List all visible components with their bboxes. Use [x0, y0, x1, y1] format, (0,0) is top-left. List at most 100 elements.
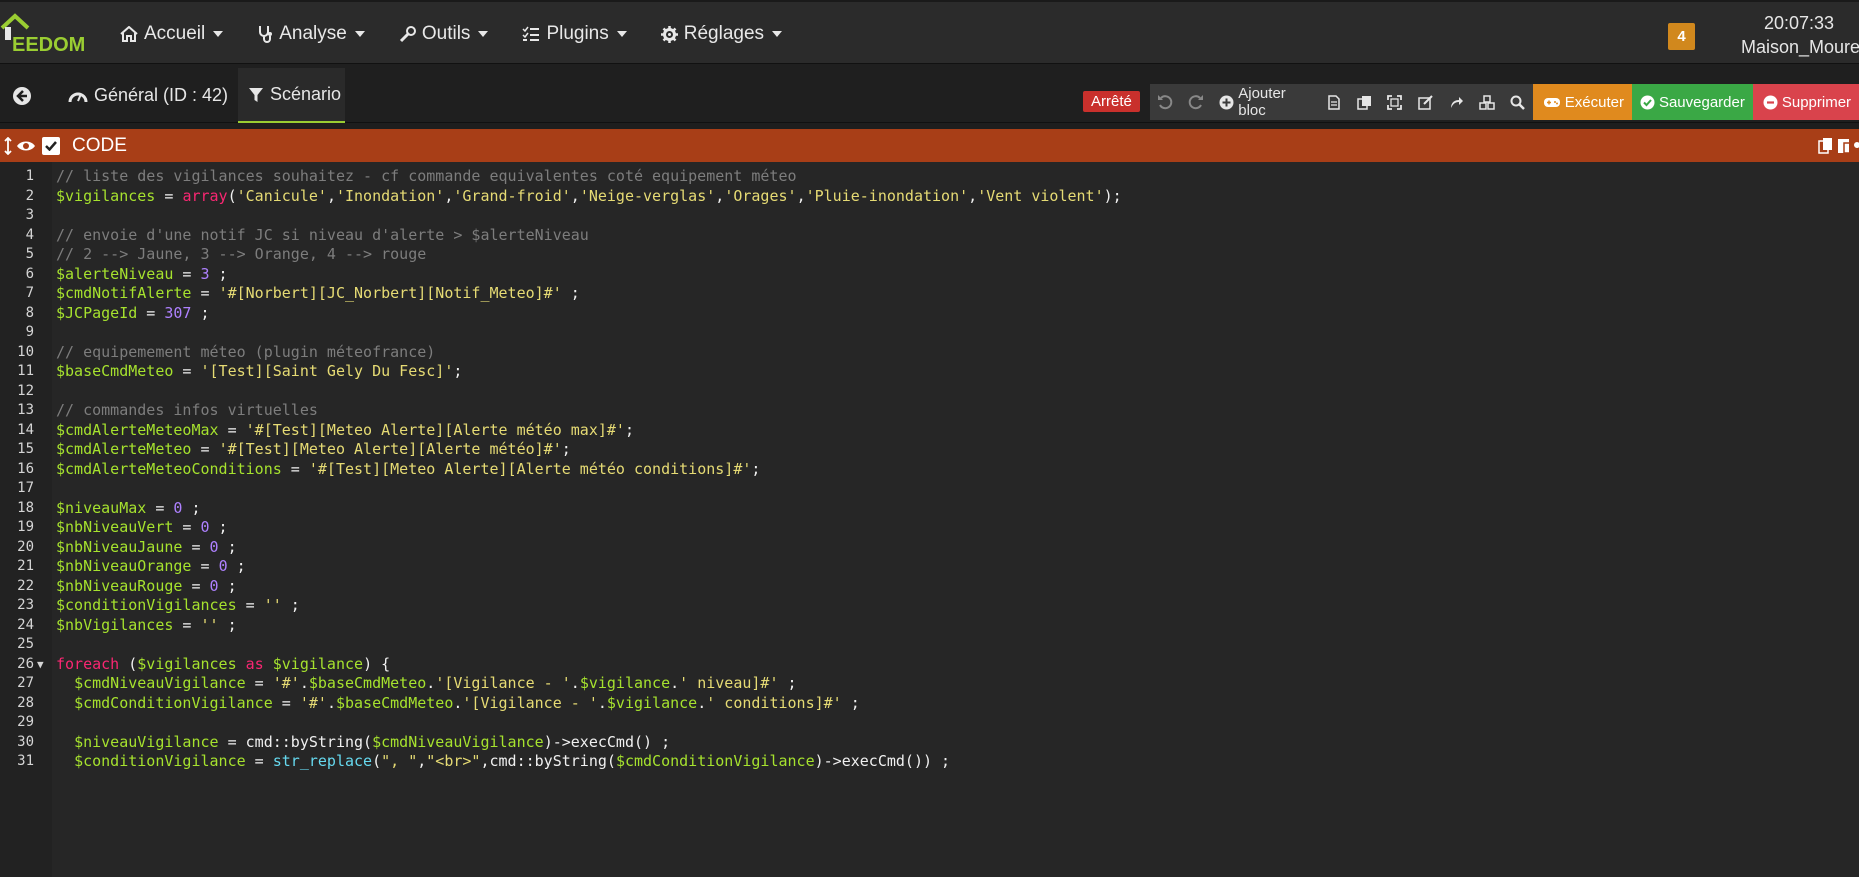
- execute-button[interactable]: Exécuter: [1532, 84, 1632, 120]
- move-handle[interactable]: [4, 136, 12, 155]
- chevron-down-icon: [772, 31, 783, 37]
- tasks-icon: [522, 26, 540, 42]
- code-token: .: [597, 693, 607, 712]
- undo-button[interactable]: [1150, 84, 1181, 120]
- code-token: =: [173, 362, 201, 380]
- code-token: "<br>": [426, 752, 481, 770]
- code-token: .: [299, 674, 309, 692]
- redo-button[interactable]: [1181, 84, 1212, 120]
- search-button[interactable]: [1502, 84, 1533, 120]
- delete-button[interactable]: Supprimer: [1752, 84, 1859, 120]
- code-token: =: [245, 752, 273, 770]
- code-token: .: [426, 674, 436, 692]
- code-token: 0: [209, 537, 219, 556]
- share-button[interactable]: [1441, 84, 1472, 120]
- message-count-badge[interactable]: 4: [1668, 23, 1695, 50]
- code-token: $cmdAlerteMeteoConditions: [56, 459, 282, 478]
- code-token: '#[Test][Meteo Alerte][Alerte météo cond…: [308, 459, 752, 478]
- block-actions: [1818, 137, 1859, 159]
- menu-plugins[interactable]: Plugins: [510, 2, 638, 66]
- code-token: $cmdNiveauVigilance: [372, 732, 544, 751]
- menu-reglages[interactable]: Réglages: [649, 2, 794, 66]
- code-token: )->execCmd() ;: [543, 732, 671, 751]
- code-token: ;: [561, 284, 580, 302]
- code-token: $nbVigilances: [56, 615, 174, 634]
- menu-outils[interactable]: Outils: [387, 2, 501, 66]
- copy-block-button[interactable]: [1818, 137, 1833, 159]
- code-token: array: [182, 186, 228, 205]
- chevron-down-icon: [354, 31, 365, 37]
- code-token: $nbNiveauVert: [56, 518, 174, 536]
- code-token: ;: [561, 440, 571, 458]
- code-token: ;: [841, 693, 860, 712]
- add-block-button[interactable]: Ajouter bloc: [1211, 84, 1318, 120]
- code-token: =: [191, 557, 219, 575]
- code-token: ;: [778, 674, 797, 692]
- code-line[interactable]: 31 $conditionVigilance = str_replace(", …: [0, 750, 1859, 773]
- code-token: ;: [281, 596, 300, 614]
- check-circle-icon: [1640, 95, 1655, 110]
- code-token: $cmdAlerteMeteo: [56, 440, 192, 458]
- tab-general[interactable]: Général (ID : 42): [58, 68, 238, 123]
- code-token: =: [191, 284, 219, 302]
- log-button[interactable]: [1318, 84, 1349, 120]
- line-number: 31: [17, 753, 34, 769]
- edit-button[interactable]: [1410, 84, 1441, 120]
- wrench-icon: [399, 25, 416, 43]
- code-token: ' conditions]#': [706, 693, 842, 712]
- code-token: .: [326, 693, 336, 712]
- code-token: ;: [624, 420, 634, 439]
- back-button[interactable]: [12, 86, 34, 108]
- eye-icon: [17, 141, 35, 150]
- code-token: (: [227, 186, 237, 205]
- visibility-toggle[interactable]: [16, 139, 36, 153]
- code-token: =: [173, 518, 201, 536]
- code-token: ;: [751, 459, 761, 478]
- filter-icon: [248, 87, 264, 103]
- fullscreen-button[interactable]: [1380, 84, 1411, 120]
- code-token: $cmdAlerteMeteoMax: [56, 420, 219, 439]
- redo-icon: [1188, 95, 1203, 110]
- code-token: 'Inondation': [335, 186, 445, 205]
- check-icon: [45, 140, 57, 151]
- code-token: ;: [218, 537, 237, 556]
- code-token: ,: [796, 186, 806, 205]
- delete-label: Supprimer: [1781, 93, 1852, 111]
- code-token: $conditionVigilances: [56, 596, 237, 614]
- code-editor[interactable]: 1// liste des vigilances souhaitez - cf …: [0, 162, 1859, 877]
- paste-icon: [1838, 139, 1859, 154]
- code-token: =: [173, 615, 201, 634]
- scenario-toolbar: Ajouter bloc Exécuter Sauvegarder Suppri…: [1150, 84, 1859, 120]
- menu-accueil[interactable]: Accueil: [108, 2, 235, 66]
- paste-block-button[interactable]: [1837, 137, 1859, 159]
- code-token: 'Grand-froid': [453, 186, 571, 205]
- block-enabled-checkbox[interactable]: [42, 136, 60, 155]
- home-icon: [120, 26, 138, 42]
- menu-reglages-label: Réglages: [683, 23, 765, 44]
- clock: 20:07:33: [1764, 13, 1835, 33]
- code-token: ;: [191, 303, 210, 322]
- save-button[interactable]: Sauvegarder: [1631, 84, 1753, 120]
- code-token: // envoie d'une notif JC si niveau d'ale…: [56, 225, 589, 244]
- menu-analyse[interactable]: Analyse: [245, 2, 377, 66]
- code-token: 0: [218, 557, 228, 575]
- jeedom-logo[interactable]: EEDOM: [0, 12, 90, 56]
- code-token: =: [182, 576, 210, 595]
- code-token: '': [263, 596, 282, 614]
- code-token: =: [173, 264, 201, 283]
- dependencies-button[interactable]: [1472, 84, 1503, 120]
- code-token: 'Vent violent': [977, 186, 1104, 205]
- code-token: $alerteNiveau: [56, 264, 174, 283]
- code-token: ,: [715, 186, 725, 205]
- copy-button[interactable]: [1349, 84, 1380, 120]
- code-token: ,: [968, 186, 978, 205]
- tab-scenario[interactable]: Scénario: [238, 68, 345, 123]
- code-token: $JCPageId: [56, 303, 138, 322]
- code-token: .: [697, 693, 707, 712]
- code-token: '#[Norbert][JC_Norbert][Notif_Meteo]#': [218, 284, 562, 302]
- code-token: '[Test][Saint Gely Du Fesc]': [200, 362, 454, 380]
- code-token: '#': [299, 693, 327, 712]
